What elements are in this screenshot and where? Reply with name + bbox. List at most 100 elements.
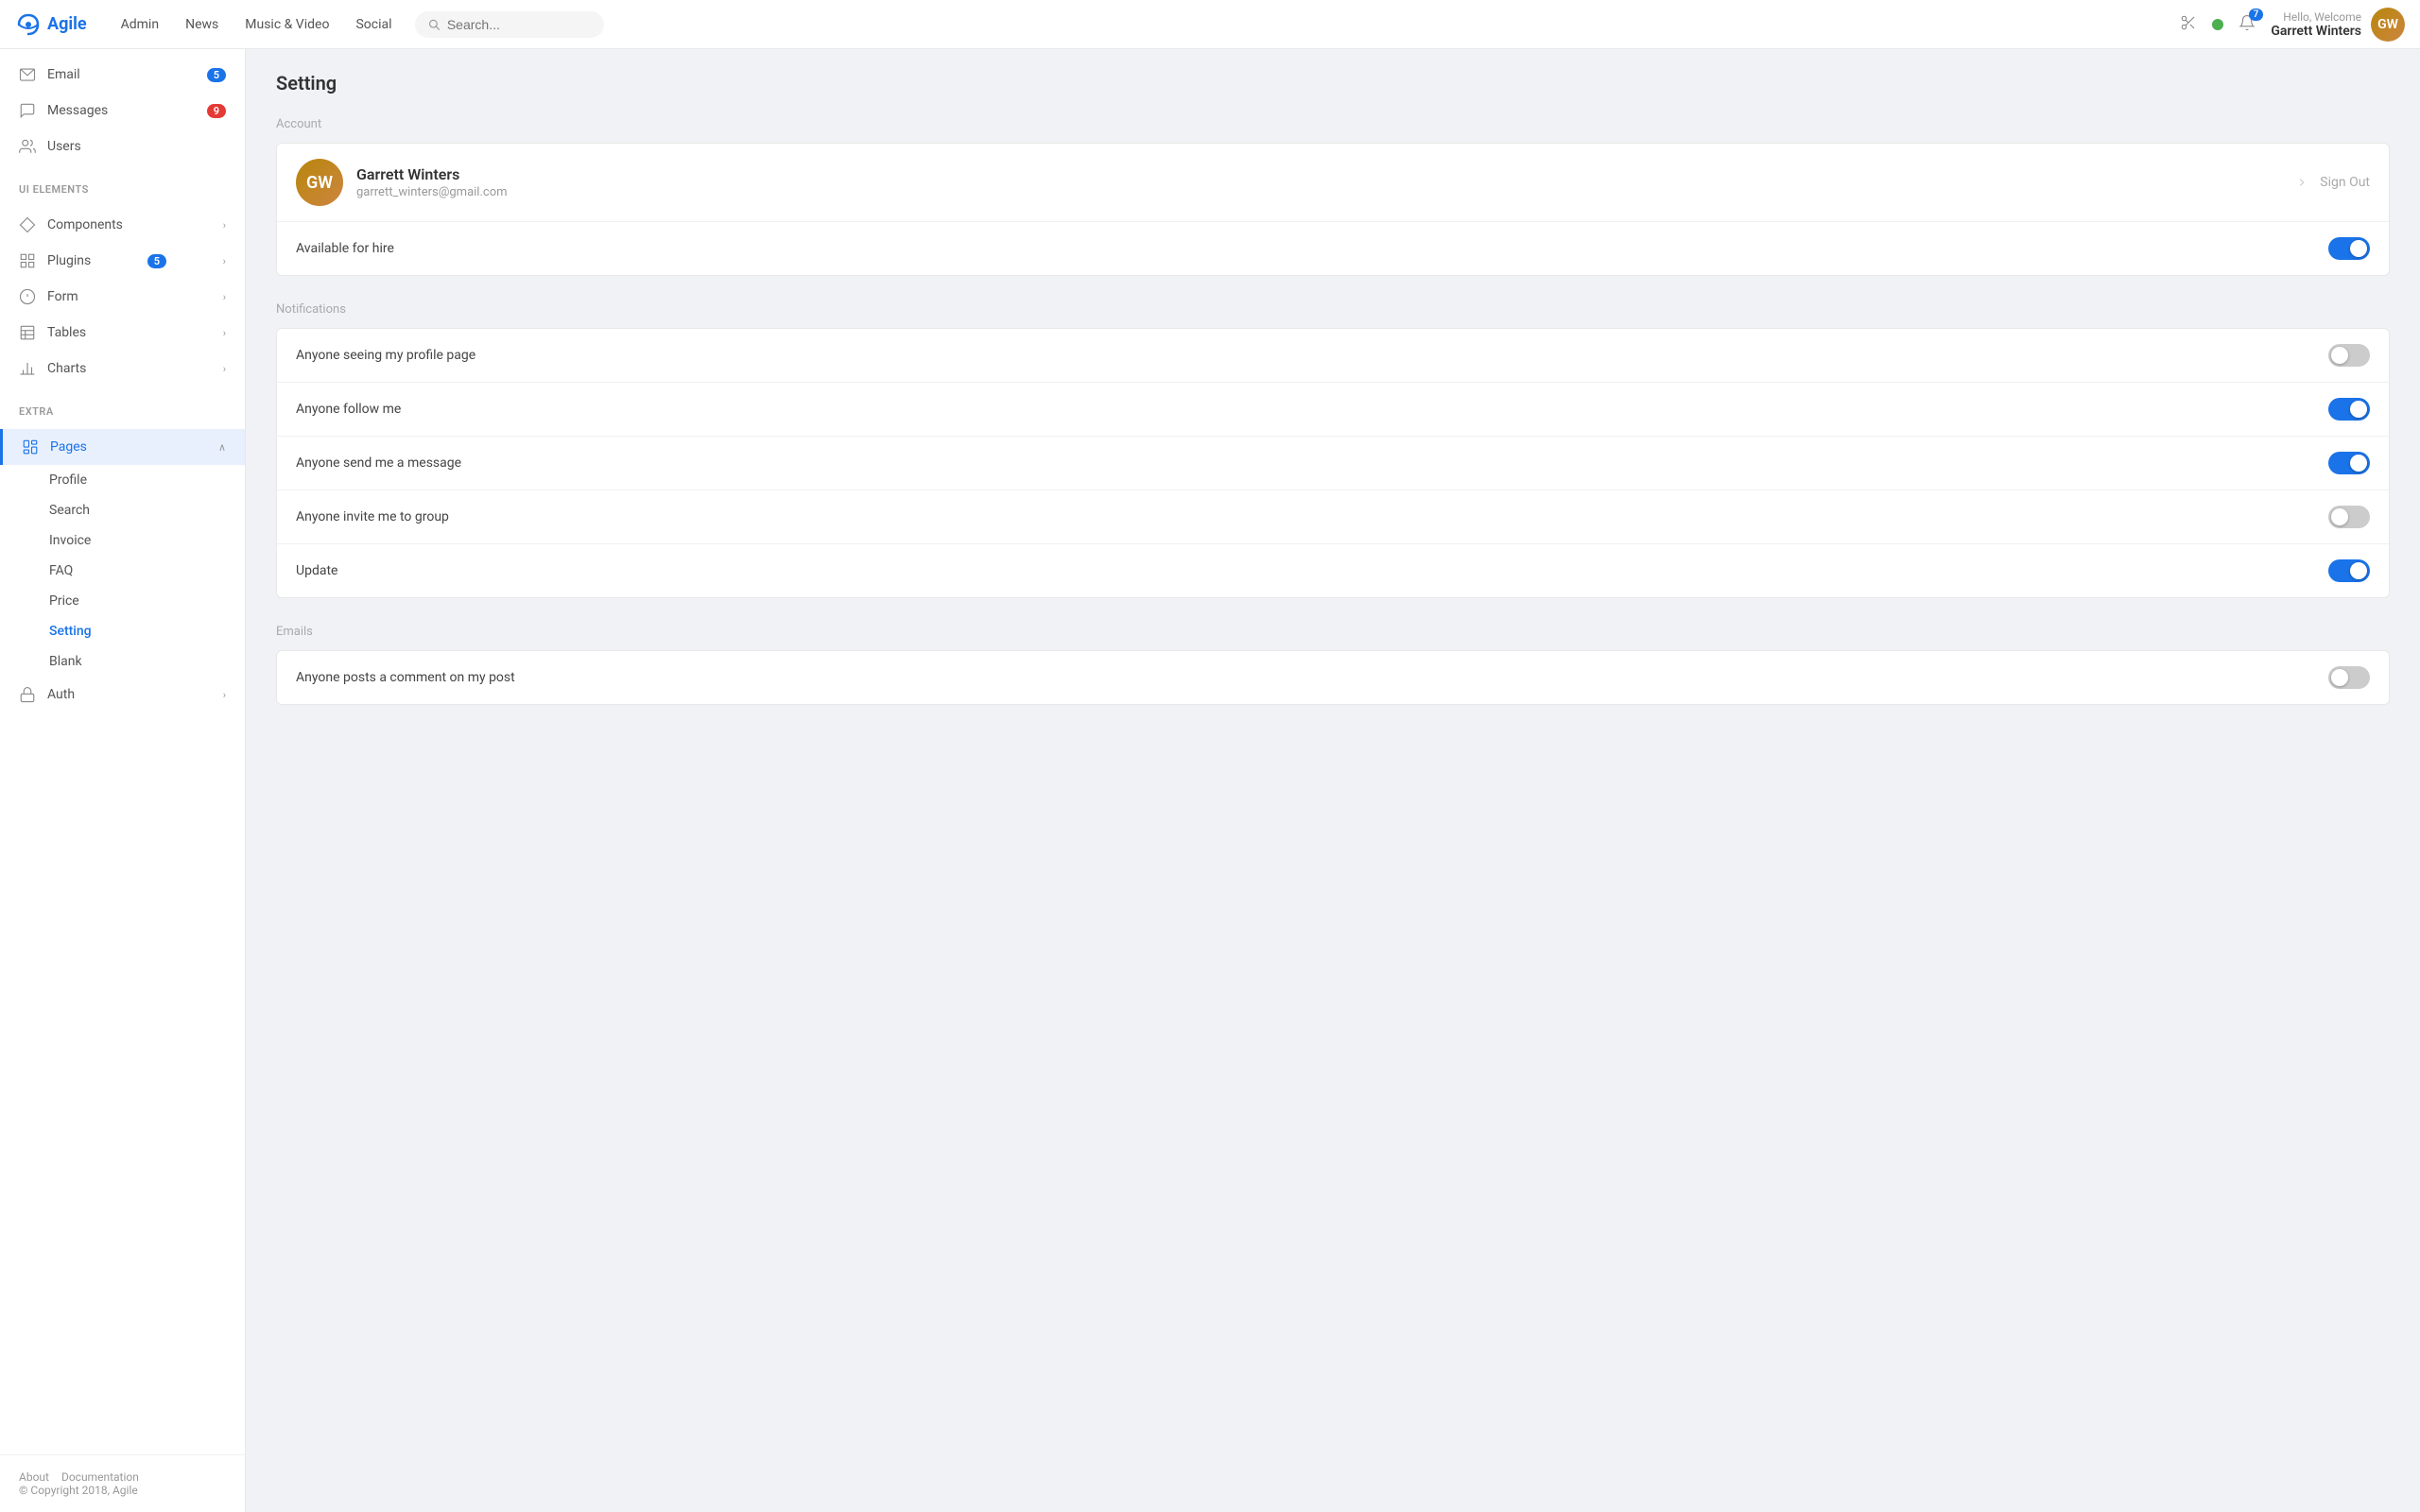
toggle-slider-4 bbox=[2328, 452, 2370, 474]
search-icon bbox=[428, 18, 440, 31]
search-box[interactable] bbox=[415, 11, 604, 38]
sidebar-charts-label: Charts bbox=[47, 361, 86, 376]
sub-profile-label: Profile bbox=[49, 472, 87, 488]
nav-music-video[interactable]: Music & Video bbox=[233, 11, 340, 38]
user-name-display: Garrett Winters bbox=[2271, 24, 2361, 39]
search-input[interactable] bbox=[447, 17, 591, 32]
notif-update-toggle[interactable] bbox=[2328, 559, 2370, 582]
sub-invoice-label: Invoice bbox=[49, 533, 91, 548]
sign-out-button[interactable]: Sign Out bbox=[2320, 175, 2370, 190]
sidebar-plugins-label: Plugins bbox=[47, 253, 91, 268]
toggle-slider-7 bbox=[2328, 666, 2370, 689]
sidebar-tables-label: Tables bbox=[47, 325, 86, 340]
email-badge: 5 bbox=[207, 68, 226, 82]
users-icon bbox=[19, 138, 36, 155]
nav-admin[interactable]: Admin bbox=[110, 11, 170, 38]
charts-chevron-icon: › bbox=[223, 363, 226, 375]
sidebar-users-label: Users bbox=[47, 139, 81, 154]
pages-chevron-icon: ∧ bbox=[218, 441, 226, 454]
footer-docs-link[interactable]: Documentation bbox=[61, 1470, 139, 1484]
scissors-button[interactable] bbox=[2180, 14, 2197, 35]
sidebar-sub-faq[interactable]: FAQ bbox=[0, 556, 245, 586]
notif-group-toggle[interactable] bbox=[2328, 506, 2370, 528]
message-icon bbox=[19, 102, 36, 119]
user-info: Hello, Welcome Garrett Winters bbox=[2271, 10, 2361, 39]
sidebar-item-plugins[interactable]: Plugins 5 › bbox=[0, 243, 245, 279]
sidebar-item-users[interactable]: Users bbox=[0, 129, 245, 164]
email-comment-row: Anyone posts a comment on my post bbox=[277, 651, 2389, 704]
notif-follow-row: Anyone follow me bbox=[277, 383, 2389, 437]
topnav-right: 7 Hello, Welcome Garrett Winters GW bbox=[2180, 8, 2405, 42]
sidebar-sub-setting[interactable]: Setting bbox=[0, 616, 245, 646]
toggle-slider-3 bbox=[2328, 398, 2370, 421]
sidebar-item-pages[interactable]: Pages ∧ bbox=[0, 429, 245, 465]
notif-update-label: Update bbox=[296, 563, 2328, 578]
nav-links: Admin News Music & Video Social bbox=[110, 11, 404, 38]
sidebar-extra-section: Pages ∧ Profile Search Invoice FAQ Price… bbox=[0, 421, 245, 720]
sidebar-item-auth[interactable]: Auth › bbox=[0, 677, 245, 713]
sidebar-components-label: Components bbox=[47, 217, 123, 232]
avatar[interactable]: GW bbox=[2371, 8, 2405, 42]
notif-profile-row: Anyone seeing my profile page bbox=[277, 329, 2389, 383]
tables-chevron-icon: › bbox=[223, 327, 226, 339]
toggle-slider bbox=[2328, 237, 2370, 260]
sidebar-sub-invoice[interactable]: Invoice bbox=[0, 525, 245, 556]
email-comment-toggle[interactable] bbox=[2328, 666, 2370, 689]
chevron-icon: › bbox=[223, 219, 226, 232]
sidebar-footer: About Documentation © Copyright 2018, Ag… bbox=[0, 1454, 245, 1512]
notif-message-row: Anyone send me a message bbox=[277, 437, 2389, 490]
auth-chevron-icon: › bbox=[223, 689, 226, 701]
sub-blank-label: Blank bbox=[49, 654, 82, 669]
page-title: Setting bbox=[276, 72, 2390, 94]
email-icon bbox=[19, 66, 36, 83]
profile-signout-area: Sign Out bbox=[2295, 175, 2370, 190]
sidebar-item-email[interactable]: Email 5 bbox=[0, 57, 245, 93]
plugins-badge: 5 bbox=[147, 254, 166, 268]
plugins-chevron-icon: › bbox=[223, 255, 226, 267]
available-for-hire-label: Available for hire bbox=[296, 241, 2328, 256]
nav-social[interactable]: Social bbox=[344, 11, 403, 38]
sub-search-label: Search bbox=[49, 503, 90, 518]
sidebar-sub-profile[interactable]: Profile bbox=[0, 465, 245, 495]
app-logo[interactable]: Agile bbox=[15, 11, 87, 38]
nav-news[interactable]: News bbox=[174, 11, 230, 38]
form-chevron-icon: › bbox=[223, 291, 226, 303]
form-icon bbox=[19, 288, 36, 305]
diamond-icon bbox=[19, 216, 36, 233]
emails-card: Anyone posts a comment on my post bbox=[276, 650, 2390, 705]
notif-message-toggle[interactable] bbox=[2328, 452, 2370, 474]
footer-about-link[interactable]: About bbox=[19, 1470, 49, 1484]
sidebar-item-tables[interactable]: Tables › bbox=[0, 315, 245, 351]
notif-profile-label: Anyone seeing my profile page bbox=[296, 348, 2328, 363]
auth-icon bbox=[19, 686, 36, 703]
sidebar-sub-price[interactable]: Price bbox=[0, 586, 245, 616]
sidebar-sub-blank[interactable]: Blank bbox=[0, 646, 245, 677]
notif-update-row: Update bbox=[277, 544, 2389, 597]
chevron-right-icon bbox=[2295, 176, 2308, 189]
notif-follow-toggle[interactable] bbox=[2328, 398, 2370, 421]
sidebar-item-components[interactable]: Components › bbox=[0, 207, 245, 243]
account-section-label: Account bbox=[276, 117, 2390, 131]
notif-group-row: Anyone invite me to group bbox=[277, 490, 2389, 544]
notif-group-label: Anyone invite me to group bbox=[296, 509, 2328, 524]
notif-message-label: Anyone send me a message bbox=[296, 455, 2328, 471]
profile-name: Garrett Winters bbox=[356, 165, 508, 183]
notification-button[interactable]: 7 bbox=[2238, 14, 2256, 35]
notifications-card: Anyone seeing my profile page Anyone fol… bbox=[276, 328, 2390, 598]
sidebar-item-messages[interactable]: Messages 9 bbox=[0, 93, 245, 129]
email-comment-label: Anyone posts a comment on my post bbox=[296, 670, 2328, 685]
user-menu[interactable]: Hello, Welcome Garrett Winters GW bbox=[2271, 8, 2405, 42]
profile-info: Garrett Winters garrett_winters@gmail.co… bbox=[356, 165, 508, 199]
sub-price-label: Price bbox=[49, 593, 79, 609]
sidebar-sub-search[interactable]: Search bbox=[0, 495, 245, 525]
sidebar-item-form[interactable]: Form › bbox=[0, 279, 245, 315]
available-for-hire-toggle[interactable] bbox=[2328, 237, 2370, 260]
status-dot bbox=[2212, 19, 2223, 30]
toggle-slider-2 bbox=[2328, 344, 2370, 367]
sidebar-item-charts[interactable]: Charts › bbox=[0, 351, 245, 387]
sidebar: Email 5 Messages 9 Users UI elements bbox=[0, 49, 246, 1512]
toggle-slider-6 bbox=[2328, 559, 2370, 582]
avatar-image: GW bbox=[2371, 8, 2405, 42]
notif-profile-toggle[interactable] bbox=[2328, 344, 2370, 367]
app-logo-text: Agile bbox=[47, 14, 87, 34]
